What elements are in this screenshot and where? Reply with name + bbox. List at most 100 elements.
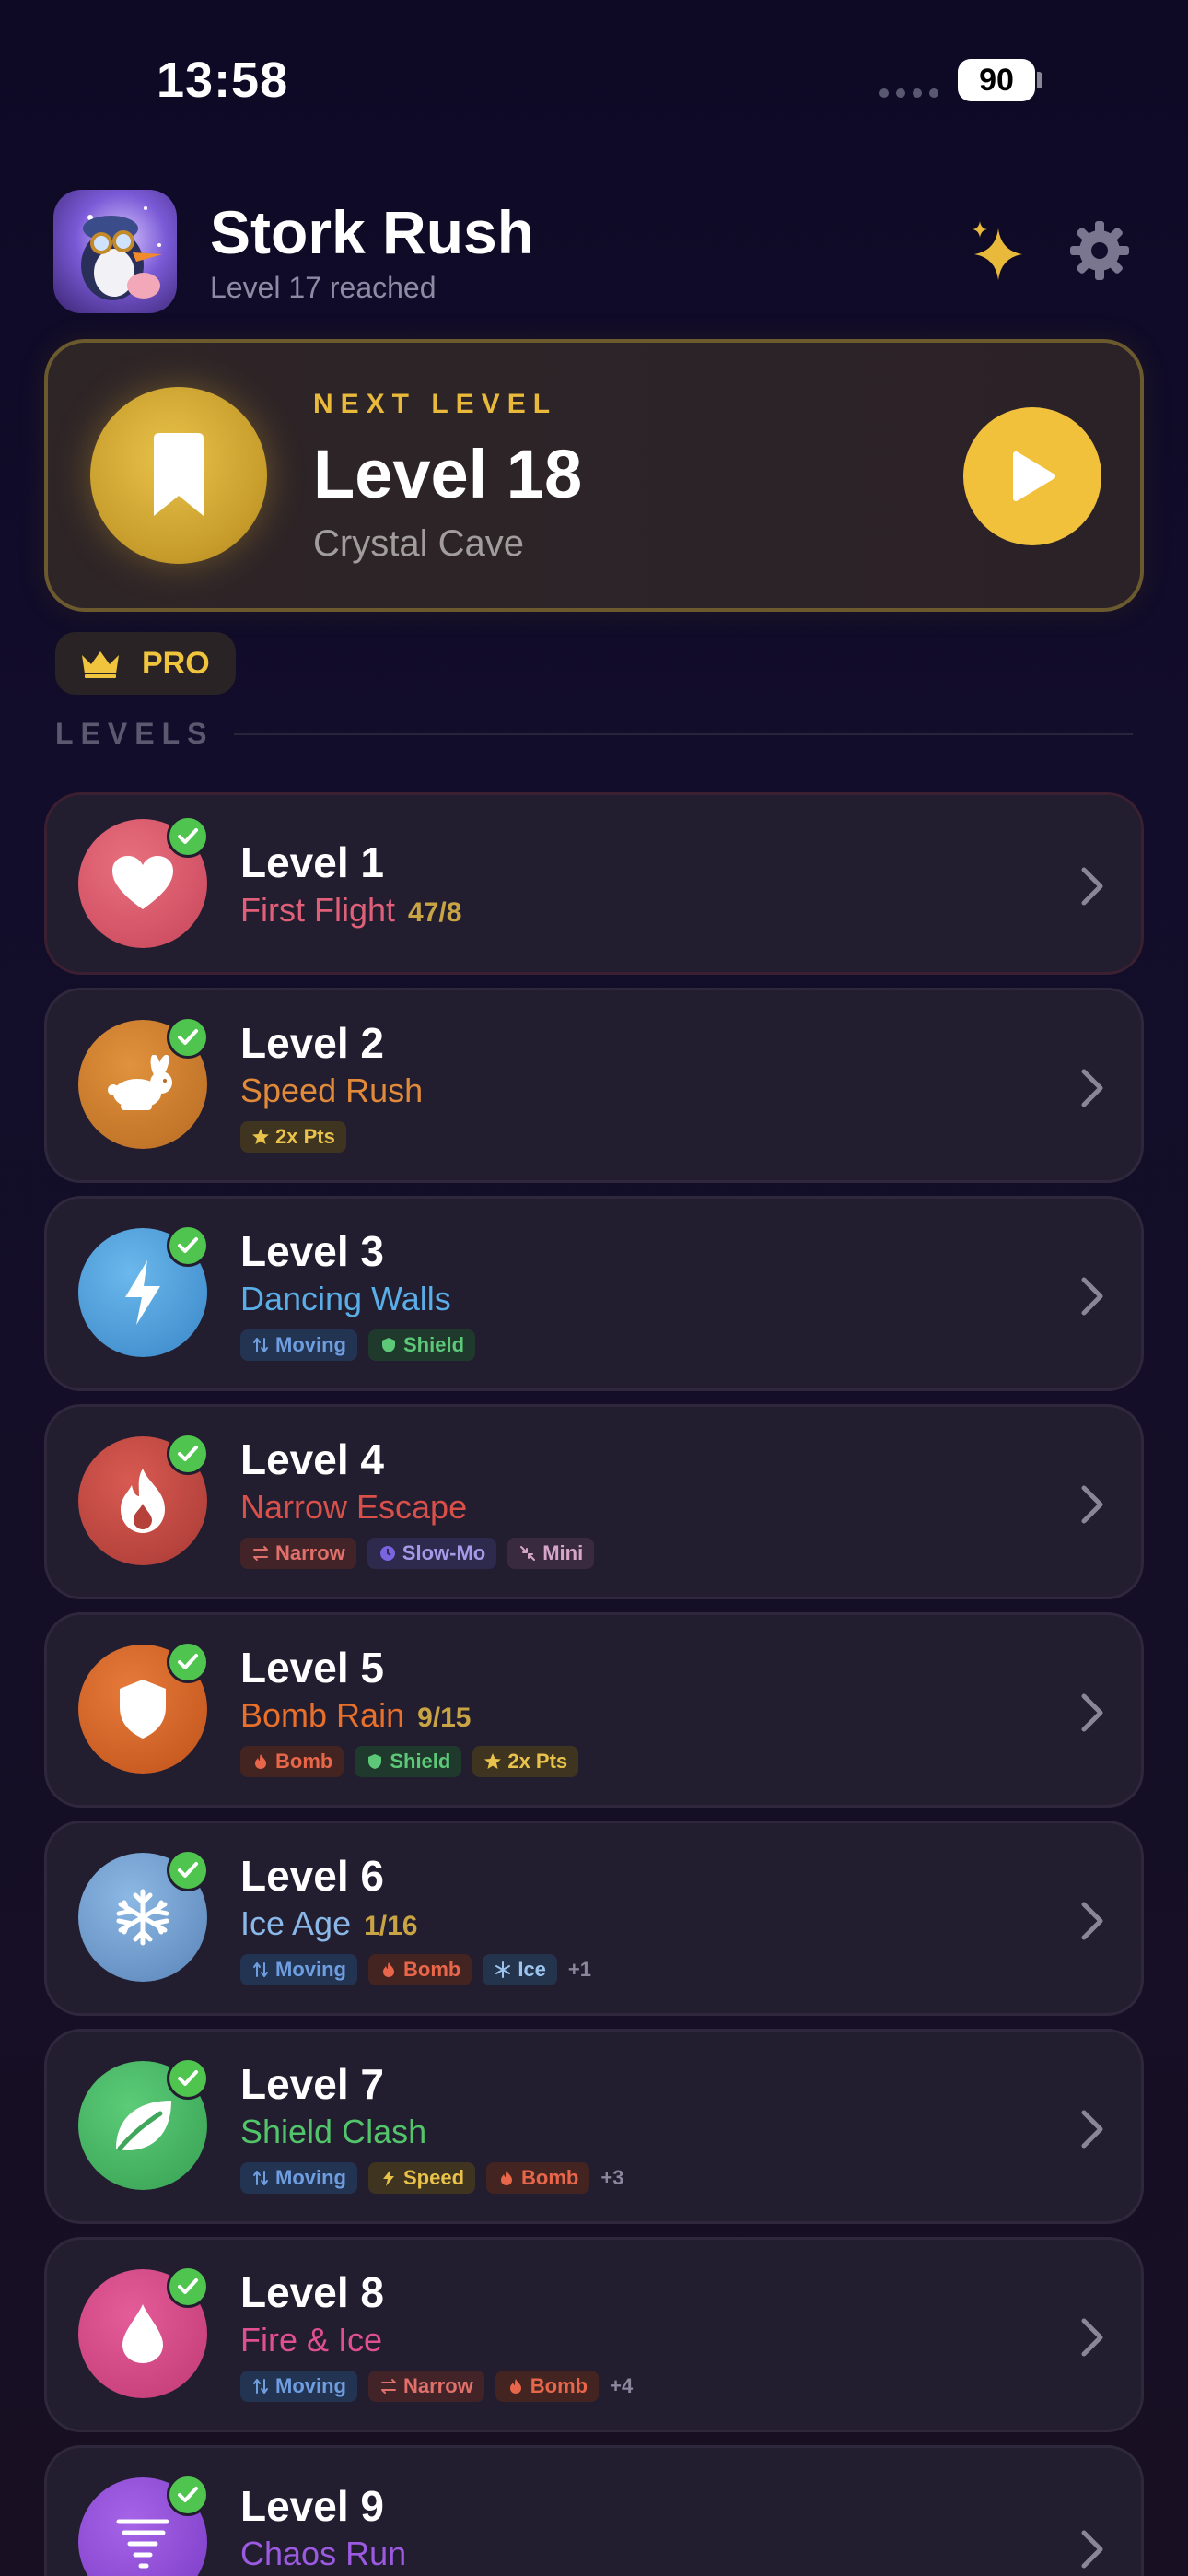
level-title: Level 9 xyxy=(240,2482,384,2530)
app-subtitle: Level 17 reached xyxy=(210,271,437,304)
speed-icon xyxy=(379,2169,398,2187)
narrow-icon xyxy=(251,1544,270,1563)
bookmark-icon xyxy=(90,387,267,564)
tag-mini: Mini xyxy=(507,1538,595,1569)
next-level-card[interactable]: NEXT LEVEL Level 18 Crystal Cave xyxy=(44,339,1144,612)
tag-label: Bomb xyxy=(530,2374,588,2397)
app-avatar xyxy=(53,190,177,313)
chevron-right-icon xyxy=(1081,867,1103,906)
pro-badge[interactable]: PRO xyxy=(55,632,236,695)
tag-bomb: Bomb xyxy=(486,2162,590,2194)
tag-label: Bomb xyxy=(275,1750,333,1773)
chevron-right-icon xyxy=(1081,1902,1103,1940)
check-icon xyxy=(167,1224,209,1267)
tag-label: Slow-Mo xyxy=(402,1541,486,1564)
narrow-icon xyxy=(379,2377,398,2395)
bomb-icon xyxy=(497,2169,516,2187)
level-row[interactable]: Level 6 Ice Age 1/16 Moving Bomb Ice +1 xyxy=(44,1821,1144,2016)
level-row[interactable]: Level 1 First Flight 47/8 xyxy=(44,792,1144,975)
tag-label: 2x Pts xyxy=(507,1750,568,1773)
tag-bomb: Bomb xyxy=(368,1954,472,1985)
slowmo-icon xyxy=(379,1544,397,1563)
section-divider xyxy=(234,733,1133,735)
play-icon xyxy=(1013,451,1055,501)
level-row[interactable]: Level 2 Speed Rush 2x Pts xyxy=(44,988,1144,1183)
tag-label: Ice xyxy=(518,1958,546,1981)
tag-label: Bomb xyxy=(403,1958,461,1981)
shield-icon xyxy=(379,1336,398,1354)
ice-icon xyxy=(494,1961,512,1979)
level-name-text: First Flight xyxy=(240,891,396,929)
level-tags: 2x Pts xyxy=(240,1121,346,1153)
level-title: Level 7 xyxy=(240,2060,384,2108)
tag-narrow: Narrow xyxy=(368,2371,484,2402)
tag-shield: Shield xyxy=(355,1746,462,1777)
moving-icon xyxy=(251,2169,270,2187)
tag-label: Moving xyxy=(275,1958,346,1981)
level-row[interactable]: Level 5 Bomb Rain 9/15 Bomb Shield 2x Pts xyxy=(44,1612,1144,1808)
level-name-text: Shield Clash xyxy=(240,2113,427,2150)
chevron-right-icon xyxy=(1081,1277,1103,1316)
tag-ice: Ice xyxy=(483,1954,557,1985)
level-tags: Moving Shield xyxy=(240,1329,476,1361)
more-tags-count: +4 xyxy=(610,2374,634,2397)
level-title: Level 5 xyxy=(240,1644,384,1692)
level-row[interactable]: Level 3 Dancing Walls Moving Shield xyxy=(44,1196,1144,1391)
level-name: Shield Clash xyxy=(240,2113,426,2151)
play-button[interactable] xyxy=(963,407,1101,545)
level-tags: Moving Speed Bomb +3 xyxy=(240,2162,623,2194)
status-time: 13:58 xyxy=(157,53,289,108)
check-icon xyxy=(167,815,209,858)
level-name-text: Bomb Rain xyxy=(240,1696,405,1734)
section-title: LEVELS xyxy=(55,717,215,750)
level-name: Chaos Run xyxy=(240,2535,406,2573)
level-name-text: Fire & Ice xyxy=(240,2321,383,2359)
level-progress: 1/16 xyxy=(364,1911,418,1941)
sparkles-icon[interactable] xyxy=(961,216,1030,284)
check-icon xyxy=(167,1849,209,1891)
level-tags: Bomb Shield 2x Pts xyxy=(240,1746,579,1777)
level-row[interactable]: Level 8 Fire & Ice Moving Narrow Bomb +4 xyxy=(44,2237,1144,2432)
level-tags: Moving Bomb Ice +1 xyxy=(240,1954,591,1985)
level-tags: Moving Narrow Bomb +4 xyxy=(240,2371,633,2402)
level-name-text: Dancing Walls xyxy=(240,1280,451,1317)
check-icon xyxy=(167,2057,209,2100)
tag-slowmo: Slow-Mo xyxy=(367,1538,497,1569)
tag-shield: Shield xyxy=(368,1329,476,1361)
level-progress: 47/8 xyxy=(408,897,462,928)
level-title: Level 1 xyxy=(240,838,384,886)
moving-icon xyxy=(251,1336,270,1354)
tag-label: Mini xyxy=(542,1541,584,1564)
tag-label: Shield xyxy=(403,1333,465,1356)
level-name-text: Chaos Run xyxy=(240,2535,407,2572)
tag-speed: Speed xyxy=(368,2162,476,2194)
tag-label: Narrow xyxy=(403,2374,473,2397)
level-row[interactable]: Level 7 Shield Clash Moving Speed Bomb +3 xyxy=(44,2029,1144,2224)
level-tags: Narrow Slow-Mo Mini xyxy=(240,1538,595,1569)
settings-gear-icon[interactable] xyxy=(1066,217,1133,284)
level-row[interactable]: Level 4 Narrow Escape Narrow Slow-Mo Mini xyxy=(44,1404,1144,1599)
chevron-right-icon xyxy=(1081,1693,1103,1732)
tag-label: Moving xyxy=(275,1333,346,1356)
level-name: First Flight 47/8 xyxy=(240,891,461,930)
chevron-right-icon xyxy=(1081,2530,1103,2569)
next-level-subtitle: Crystal Cave xyxy=(313,523,524,564)
check-icon xyxy=(167,1016,209,1059)
tag-moving: Moving xyxy=(240,1329,357,1361)
level-name: Narrow Escape xyxy=(240,1488,467,1527)
mini-icon xyxy=(518,1544,537,1563)
tag-points: 2x Pts xyxy=(240,1121,346,1153)
tag-label: Narrow xyxy=(275,1541,345,1564)
level-name-text: Speed Rush xyxy=(240,1071,424,1109)
tag-bomb: Bomb xyxy=(240,1746,344,1777)
level-title: Level 2 xyxy=(240,1019,384,1067)
signal-icon xyxy=(879,88,938,98)
tag-moving: Moving xyxy=(240,1954,357,1985)
moving-icon xyxy=(251,2377,270,2395)
level-row[interactable]: Level 9 Chaos Run xyxy=(44,2445,1144,2576)
level-title: Level 3 xyxy=(240,1227,384,1275)
level-name-text: Ice Age xyxy=(240,1904,352,1942)
shield-icon xyxy=(366,1752,384,1771)
level-title: Level 6 xyxy=(240,1852,384,1900)
bomb-icon xyxy=(251,1752,270,1771)
